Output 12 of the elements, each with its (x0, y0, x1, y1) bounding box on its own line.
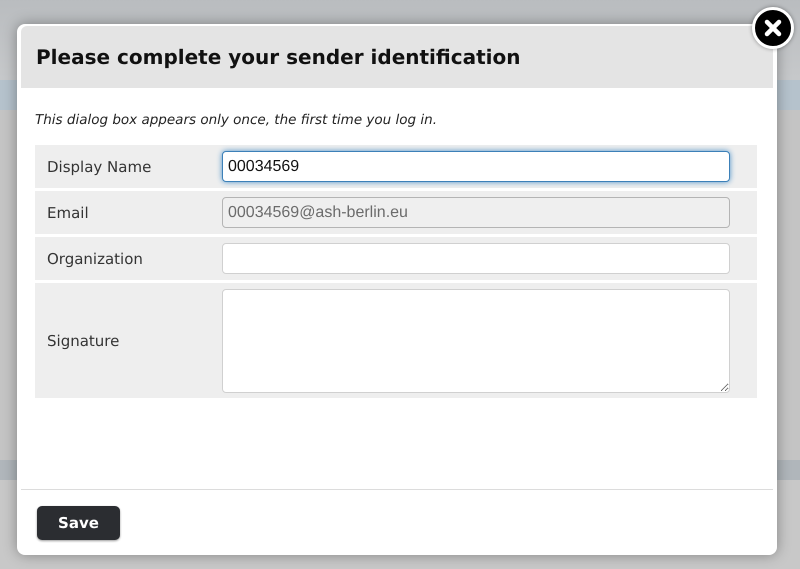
close-button[interactable] (752, 7, 794, 49)
close-icon (763, 18, 783, 38)
field-label: Signature (46, 332, 120, 350)
intro-text: This dialog box appears only once, the first time you log in. (35, 112, 438, 128)
text-field[interactable] (222, 243, 730, 274)
field-label: Email (46, 204, 90, 222)
text-field[interactable]: 00034569 (222, 151, 730, 182)
save-button[interactable]: Save (37, 506, 120, 540)
dialog-title: Please complete your sender identification (36, 45, 520, 69)
field-label: Organization (46, 250, 144, 268)
signature-field[interactable] (222, 288, 730, 392)
field-label: Display Name (46, 158, 152, 176)
